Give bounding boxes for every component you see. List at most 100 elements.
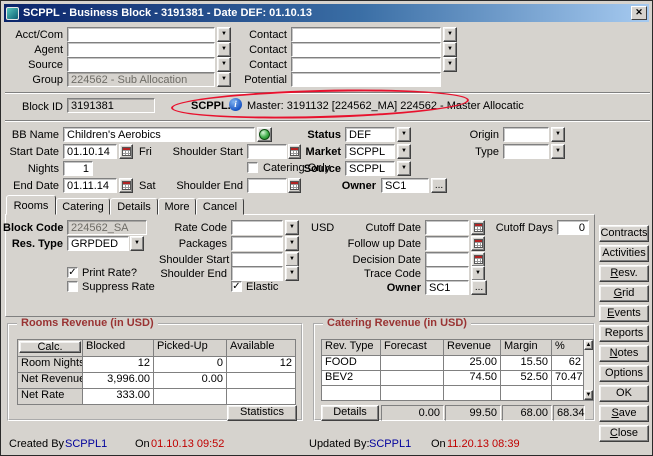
trace-code-dropdown-button[interactable] xyxy=(471,266,485,281)
shoulder-start-rate-dropdown-button[interactable] xyxy=(285,252,299,267)
source-label: Source xyxy=(3,59,63,72)
contact3-field[interactable] xyxy=(291,57,441,72)
res-type-field[interactable] xyxy=(67,236,129,251)
shoulder-start-calendar-button[interactable] xyxy=(288,144,301,159)
agent-lookup-button[interactable] xyxy=(217,42,231,57)
close-button[interactable]: Close xyxy=(599,425,649,442)
origin-field[interactable] xyxy=(503,127,549,142)
cutoff-date-field[interactable] xyxy=(425,220,469,235)
contact1-lookup-button[interactable] xyxy=(443,27,457,42)
shoulder-end-rate-dropdown-button[interactable] xyxy=(285,266,299,281)
follow-up-date-field[interactable] xyxy=(425,236,469,251)
empty-cell xyxy=(444,386,500,400)
cell-net-revenue-picked: 0.00 xyxy=(154,373,226,388)
tab-cancel[interactable]: Cancel xyxy=(196,198,244,215)
rate-code-dropdown-button[interactable] xyxy=(285,220,299,235)
cell-rev-type[interactable]: BEV2 xyxy=(322,371,380,385)
status-dropdown-button[interactable] xyxy=(397,127,411,142)
origin-dropdown-button[interactable] xyxy=(551,127,565,142)
empty-cell xyxy=(552,386,584,400)
trace-code-field[interactable] xyxy=(425,266,469,281)
rooms-owner-field[interactable] xyxy=(425,280,469,295)
contact2-lookup-button[interactable] xyxy=(443,42,457,57)
cell-rev-type[interactable]: FOOD xyxy=(322,356,380,370)
end-date-field[interactable] xyxy=(63,178,117,193)
cutoff-date-calendar-button[interactable] xyxy=(471,220,485,235)
row-label: Net Revenue xyxy=(18,373,82,388)
resv-button[interactable]: Resv. xyxy=(599,265,649,282)
source-lookup-button[interactable] xyxy=(217,57,231,72)
shoulder-end-rate-field[interactable] xyxy=(231,266,283,281)
owner-browse-button[interactable] xyxy=(431,178,447,193)
rate-code-field[interactable] xyxy=(231,220,283,235)
tab-rooms[interactable]: Rooms xyxy=(6,195,56,215)
shoulder-end-label: Shoulder End xyxy=(165,180,243,193)
side-button-stack: Contracts Activities Resv. Grid Events R… xyxy=(599,225,649,445)
notes-button[interactable]: Notes xyxy=(599,345,649,362)
tab-catering[interactable]: Catering xyxy=(56,198,110,215)
acct-com-field[interactable] xyxy=(67,27,215,42)
packages-dropdown-button[interactable] xyxy=(285,236,299,251)
details-button[interactable]: Details xyxy=(321,405,379,421)
translate-globe-button[interactable] xyxy=(257,127,272,142)
print-rate-checkbox[interactable] xyxy=(67,267,78,278)
suppress-rate-checkbox[interactable] xyxy=(67,281,78,292)
events-button[interactable]: Events xyxy=(599,305,649,322)
market-label: Market xyxy=(301,146,341,159)
rooms-owner-browse-button[interactable] xyxy=(471,280,487,295)
shoulder-start-field[interactable] xyxy=(247,144,287,159)
cutoff-days-field[interactable] xyxy=(557,220,589,235)
catering-only-checkbox[interactable] xyxy=(247,162,258,173)
contact1-field[interactable] xyxy=(291,27,441,42)
shoulder-end-calendar-button[interactable] xyxy=(288,178,301,193)
bb-name-field[interactable] xyxy=(63,127,255,142)
scroll-up-icon[interactable]: ▲ xyxy=(584,340,593,350)
agent-field[interactable] xyxy=(67,42,215,57)
source-dropdown-button[interactable] xyxy=(397,161,411,176)
follow-up-calendar-button[interactable] xyxy=(471,236,485,251)
row-label: Room Nights xyxy=(18,357,82,372)
shoulder-start-rate-field[interactable] xyxy=(231,252,283,267)
scrollbar-track[interactable] xyxy=(584,350,593,390)
tab-more[interactable]: More xyxy=(158,198,196,215)
contracts-button[interactable]: Contracts xyxy=(599,225,649,242)
potential-field[interactable] xyxy=(291,72,441,87)
market-field[interactable] xyxy=(345,144,395,159)
group-lookup-button[interactable] xyxy=(217,72,231,87)
source-field[interactable] xyxy=(67,57,215,72)
contact2-field[interactable] xyxy=(291,42,441,57)
master-block-text: Master: 3191132 [224562_MA] 224562 - Mas… xyxy=(247,100,524,113)
close-icon[interactable]: ✕ xyxy=(631,6,647,20)
decision-date-field[interactable] xyxy=(425,252,469,267)
options-button[interactable]: Options xyxy=(599,365,649,382)
res-type-dropdown-button[interactable] xyxy=(130,236,144,251)
catering-table-scrollbar[interactable]: ▲ ▼ xyxy=(583,339,594,401)
owner-field[interactable] xyxy=(381,178,429,193)
source-market-field[interactable] xyxy=(345,161,395,176)
calc-button[interactable]: Calc. xyxy=(19,341,81,353)
start-date-calendar-button[interactable] xyxy=(119,144,133,159)
tab-details[interactable]: Details xyxy=(110,198,158,215)
start-date-field[interactable] xyxy=(63,144,117,159)
statistics-button[interactable]: Statistics xyxy=(227,405,297,421)
packages-field[interactable] xyxy=(231,236,283,251)
nights-field[interactable] xyxy=(63,161,93,176)
market-dropdown-button[interactable] xyxy=(397,144,411,159)
block-id-field xyxy=(67,98,155,113)
updated-on-label: On xyxy=(431,438,446,451)
grid-button[interactable]: Grid xyxy=(599,285,649,302)
elastic-checkbox[interactable] xyxy=(231,281,242,292)
type-field[interactable] xyxy=(503,144,549,159)
decision-date-calendar-button[interactable] xyxy=(471,252,485,267)
type-dropdown-button[interactable] xyxy=(551,144,565,159)
activities-button[interactable]: Activities xyxy=(599,245,649,262)
ok-button[interactable]: OK xyxy=(599,385,649,402)
status-field[interactable] xyxy=(345,127,395,142)
reports-button[interactable]: Reports xyxy=(599,325,649,342)
scroll-down-icon[interactable]: ▼ xyxy=(584,390,593,400)
save-button[interactable]: Save xyxy=(599,405,649,422)
shoulder-end-field[interactable] xyxy=(247,178,287,193)
acct-com-lookup-button[interactable] xyxy=(217,27,231,42)
end-date-calendar-button[interactable] xyxy=(119,178,133,193)
contact3-lookup-button[interactable] xyxy=(443,57,457,72)
